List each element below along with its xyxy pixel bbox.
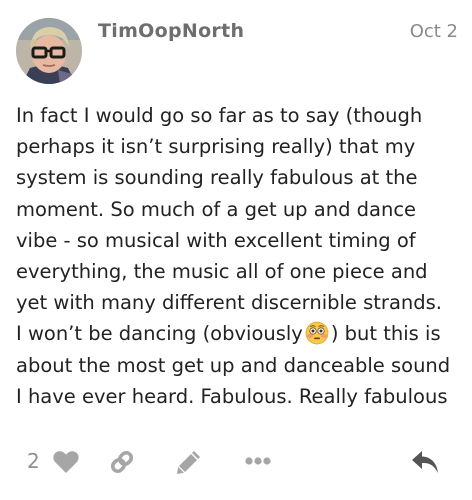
post-line: I have ever heard. Fabulous. Really fabu… [16, 384, 448, 408]
post-body: In fact I would go so far as to say (tho… [16, 100, 462, 412]
reply-icon[interactable] [410, 449, 440, 475]
post-line: everything, the music all of one piece a… [16, 260, 428, 284]
post-line: yet with many different discernible stra… [16, 291, 442, 315]
flushed-face-emoji-icon [305, 322, 329, 345]
post-line-with-emoji: I won’t be dancing (obviously ) but this… [16, 318, 462, 349]
post-line: system is sounding really fabulous at th… [16, 166, 418, 190]
post-actions: 2 [0, 443, 472, 479]
post-line-segment: ) but this is [330, 322, 441, 346]
pencil-icon[interactable] [175, 448, 203, 476]
link-icon[interactable] [108, 448, 136, 476]
avatar[interactable] [16, 18, 82, 84]
post-line: In fact I would go so far as to say (tho… [16, 104, 423, 127]
avatar-image [16, 18, 82, 84]
forum-post: TimOopNorth Oct 2 In fact I would go so … [0, 0, 472, 500]
like-count[interactable]: 2 [27, 449, 40, 473]
heart-icon[interactable] [52, 450, 80, 474]
post-line: vibe - so musical with excellent timing … [16, 228, 416, 252]
post-line: about the most get up and danceable soun… [16, 353, 451, 377]
post-line-segment: I won’t be dancing (obviously [16, 322, 303, 346]
post-line: moment. So much of a get up and dance [16, 197, 417, 221]
post-date[interactable]: Oct 2 [410, 21, 458, 42]
more-dots-icon[interactable] [244, 455, 272, 467]
post-line: perhaps it isn’t surprising really) that… [16, 135, 416, 159]
post-username[interactable]: TimOopNorth [98, 20, 244, 42]
